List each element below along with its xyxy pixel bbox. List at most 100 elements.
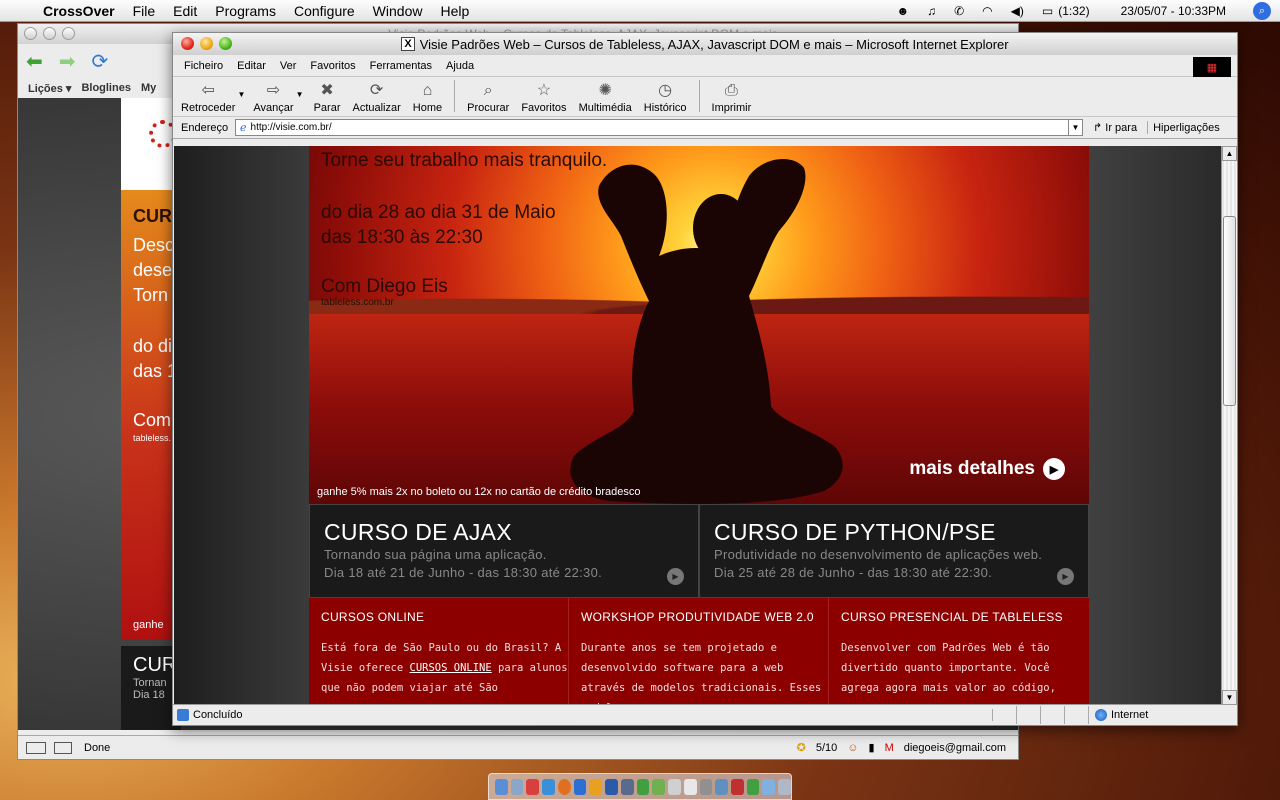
course-ajax[interactable]: CURSO DE AJAX Tornando sua página uma ap… xyxy=(309,504,699,598)
ie-status-left: Concluído xyxy=(173,709,993,721)
finder-icon[interactable] xyxy=(495,778,508,795)
course-title: CURSO DE AJAX xyxy=(324,519,512,545)
ical-icon[interactable] xyxy=(526,778,540,795)
visie-page: Torne seu trabalho mais tranquilo. do di… xyxy=(309,146,1089,705)
search-icon: ⌕ xyxy=(483,82,493,99)
go-label: Ir para xyxy=(1105,122,1138,134)
print-button[interactable]: ⎙ Imprimir xyxy=(706,76,758,116)
refresh-button[interactable]: ⟳ Actualizar xyxy=(346,76,406,116)
bookmark-bloglines[interactable]: Bloglines xyxy=(81,82,131,94)
app-icon[interactable] xyxy=(731,778,744,795)
course-subtitle: Tornando sua página uma aplicação. xyxy=(324,547,547,562)
scroll-down-arrow-icon[interactable]: ▼ xyxy=(1222,690,1237,705)
forward-button[interactable]: ⇨ Avançar ▼ xyxy=(247,76,303,116)
links-button[interactable]: Hiperligações xyxy=(1153,122,1220,134)
menu-ficheiro[interactable]: Ficheiro xyxy=(177,60,230,72)
menu-app-name[interactable]: CrossOver xyxy=(34,3,124,19)
forward-arrow-icon[interactable]: ➡ xyxy=(59,49,76,74)
itunes-icon[interactable] xyxy=(542,778,555,795)
spotlight-search-icon[interactable]: ⌕ xyxy=(1253,2,1271,20)
history-button[interactable]: ◷ Histórico xyxy=(638,76,693,116)
back-button[interactable]: ⇦ Retroceder ▼ xyxy=(175,76,245,116)
menu-ver[interactable]: Ver xyxy=(273,60,304,72)
dropdown-arrow-icon[interactable]: ▼ xyxy=(238,90,246,99)
close-button[interactable] xyxy=(24,27,37,40)
course-dates: Dia 25 até 28 de Junho - das 18:30 até 2… xyxy=(714,565,993,580)
go-button[interactable]: ↱ Ir para xyxy=(1093,121,1149,134)
app-icon[interactable] xyxy=(762,778,776,795)
adium-status-icon[interactable]: ☻ xyxy=(896,4,909,18)
smiley-icon[interactable]: ☺ xyxy=(847,742,858,754)
app-icon[interactable] xyxy=(683,778,697,795)
security-zone[interactable]: Internet xyxy=(1095,709,1148,721)
course-python[interactable]: CURSO DE PYTHON/PSE Produtividade no des… xyxy=(699,504,1089,598)
app-icon[interactable] xyxy=(668,778,681,795)
battery-icon[interactable]: ▭ xyxy=(1042,4,1053,18)
menu-window[interactable]: Window xyxy=(364,3,432,19)
bookmark-licoes[interactable]: Lições ▾ xyxy=(28,82,71,95)
back-arrow-icon[interactable]: ⬅ xyxy=(26,49,43,74)
history-label: Histórico xyxy=(643,102,687,114)
menu-help[interactable]: Help xyxy=(431,3,478,19)
trash-icon[interactable] xyxy=(778,778,791,795)
illustrator-icon[interactable] xyxy=(589,778,603,795)
fragment-heading: CUR xyxy=(133,654,177,676)
scroll-up-arrow-icon[interactable]: ▲ xyxy=(1222,146,1237,161)
chart-icon[interactable]: ▮ xyxy=(869,741,875,754)
close-button[interactable] xyxy=(181,37,194,50)
box-title: CURSOS ONLINE xyxy=(321,610,425,624)
clock[interactable]: 23/05/07 - 10:33PM xyxy=(1121,4,1226,18)
adium-icon[interactable] xyxy=(636,778,650,795)
menu-edit[interactable]: Edit xyxy=(164,3,206,19)
favorites-button[interactable]: ☆ Favoritos xyxy=(515,76,572,116)
online-courses-link[interactable]: CURSOS ONLINE xyxy=(410,662,492,674)
menu-favoritos[interactable]: Favoritos xyxy=(303,60,362,72)
reload-icon[interactable]: ⟳ xyxy=(92,49,109,74)
address-dropdown-icon[interactable]: ▼ xyxy=(1068,120,1082,135)
zoom-button[interactable] xyxy=(62,27,75,40)
tool-icon[interactable] xyxy=(54,741,72,754)
app-icon[interactable] xyxy=(715,778,729,795)
search-button[interactable]: ⌕ Procurar xyxy=(461,76,515,116)
box-workshop: WORKSHOP PRODUTIVIDADE WEB 2.0 Durante a… xyxy=(569,598,829,705)
phone-icon[interactable]: ✆ xyxy=(954,4,964,18)
extension-icon[interactable]: ✪ xyxy=(797,741,806,754)
mail-icon[interactable] xyxy=(510,778,524,795)
ie-icon[interactable] xyxy=(573,778,587,795)
email-text[interactable]: diegoeis@gmail.com xyxy=(904,742,1006,754)
dropdown-arrow-icon[interactable]: ▼ xyxy=(296,90,304,99)
forward-label: Avançar xyxy=(253,102,294,114)
address-input[interactable]: ℯ http://visie.com.br/ ▼ xyxy=(235,119,1083,136)
wifi-icon[interactable]: ◠ xyxy=(982,4,992,18)
lightroom-icon[interactable] xyxy=(620,778,634,795)
scroll-thumb[interactable] xyxy=(1223,216,1236,406)
multimedia-button[interactable]: ✺ Multimédia xyxy=(573,76,638,116)
more-details-link[interactable]: mais detalhes ▶ xyxy=(909,458,1065,480)
bookmark-my[interactable]: My xyxy=(141,82,156,94)
app-icon[interactable] xyxy=(746,778,760,795)
stop-button[interactable]: ✖ Parar xyxy=(308,76,347,116)
home-button[interactable]: ⌂ Home xyxy=(407,76,448,116)
back-label: Retroceder xyxy=(181,102,236,114)
photoshop-icon[interactable] xyxy=(605,778,618,795)
minimize-button[interactable] xyxy=(200,37,213,50)
play-icon[interactable]: ▶ xyxy=(667,568,684,585)
menu-editar[interactable]: Editar xyxy=(230,60,273,72)
play-icon[interactable]: ▶ xyxy=(1057,568,1074,585)
menu-configure[interactable]: Configure xyxy=(285,3,364,19)
menu-programs[interactable]: Programs xyxy=(206,3,285,19)
preferences-icon[interactable] xyxy=(699,778,713,795)
volume-icon[interactable]: ◀) xyxy=(1011,4,1024,18)
itunes-icon[interactable]: ♫ xyxy=(927,4,936,18)
firefox-icon[interactable] xyxy=(557,778,571,795)
gmail-icon[interactable]: M xyxy=(885,742,894,754)
menu-file[interactable]: File xyxy=(124,3,165,19)
minimize-button[interactable] xyxy=(43,27,56,40)
page-icon[interactable] xyxy=(26,741,46,754)
menu-ajuda[interactable]: Ajuda xyxy=(439,60,481,72)
hero-dates: do dia 28 ao dia 31 de Maio das 18:30 às… xyxy=(321,200,556,250)
app-icon[interactable] xyxy=(652,778,666,795)
menu-ferramentas[interactable]: Ferramentas xyxy=(363,60,439,72)
zoom-button[interactable] xyxy=(219,37,232,50)
ie-vertical-scrollbar[interactable]: ▲ ▼ xyxy=(1221,146,1237,705)
